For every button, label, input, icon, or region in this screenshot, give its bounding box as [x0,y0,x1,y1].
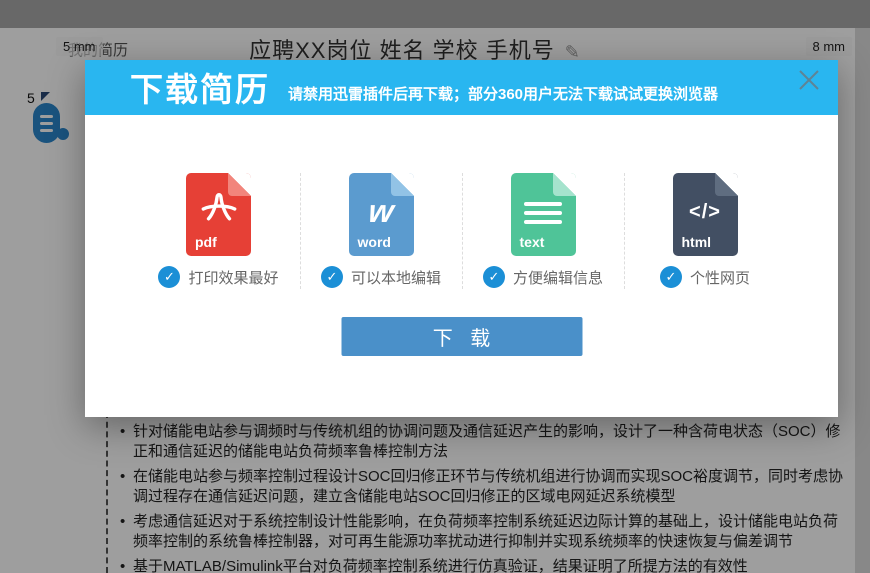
format-option-pdf[interactable]: pdf ✓ 打印效果最好 [138,173,300,289]
word-file-icon[interactable]: w word [349,173,414,256]
format-option-word[interactable]: w word ✓ 可以本地编辑 [300,173,462,289]
code-glyph-icon: </> [673,179,738,235]
file-type-label: html [682,234,712,250]
benefit-row: ✓ 方便编辑信息 [483,265,603,289]
text-lines-glyph-icon [511,179,576,235]
benefit-label: 可以本地编辑 [351,267,441,288]
check-icon: ✓ [660,266,682,288]
download-button[interactable]: 下 载 [341,317,582,356]
benefit-row: ✓ 可以本地编辑 [321,265,441,289]
benefit-label: 打印效果最好 [188,267,278,288]
benefit-label: 方便编辑信息 [513,267,603,288]
download-modal: 下载简历 请禁用迅雷插件后再下载；部分360用户无法下载试试更换浏览器 [85,60,838,417]
close-icon[interactable] [792,63,826,97]
screen: 应聘XX岗位 姓名 学校 手机号✎ 我的简历 5 mm 8 mm 5 针对储能电… [0,0,870,573]
benefit-row: ✓ 个性网页 [660,265,750,289]
modal-body: pdf ✓ 打印效果最好 w word ✓ 可以本地编辑 [85,115,838,417]
file-type-label: pdf [195,234,217,250]
file-type-label: word [358,234,391,250]
file-type-label: text [520,234,545,250]
modal-title: 下载简历 [130,73,270,106]
format-options-row: pdf ✓ 打印效果最好 w word ✓ 可以本地编辑 [85,115,838,289]
check-icon: ✓ [158,266,180,288]
pdf-file-icon[interactable]: pdf [186,173,251,256]
modal-header: 下载简历 请禁用迅雷插件后再下载；部分360用户无法下载试试更换浏览器 [85,60,838,115]
modal-subtitle: 请禁用迅雷插件后再下载；部分360用户无法下载试试更换浏览器 [288,87,718,102]
html-file-icon[interactable]: </> html [673,173,738,256]
benefit-label: 个性网页 [690,267,750,288]
check-icon: ✓ [321,266,343,288]
benefit-row: ✓ 打印效果最好 [158,265,278,289]
format-option-html[interactable]: </> html ✓ 个性网页 [624,173,786,289]
word-glyph-icon: w [346,179,417,235]
text-file-icon[interactable]: text [511,173,576,256]
check-icon: ✓ [483,266,505,288]
acrobat-glyph-icon [186,179,251,235]
format-option-text[interactable]: text ✓ 方便编辑信息 [462,173,624,289]
